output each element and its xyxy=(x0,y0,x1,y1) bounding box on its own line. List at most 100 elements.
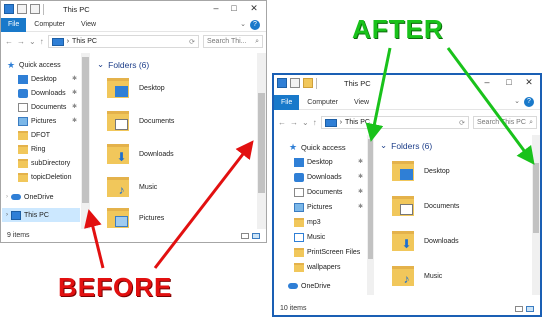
quick-access-toolbar xyxy=(4,4,44,15)
address-bar[interactable]: › This PC ⟳ xyxy=(320,116,469,129)
nav-mp3[interactable]: mp3 xyxy=(294,216,321,228)
music-folder-icon: ♪ xyxy=(392,266,414,286)
folder-item-documents[interactable]: Documents xyxy=(392,196,459,216)
nav-downloads[interactable]: Downloads xyxy=(294,171,342,183)
recent-locations-icon[interactable]: ⌄ xyxy=(302,118,309,127)
search-box[interactable]: Search This PC ⌕ xyxy=(473,116,537,129)
chevron-down-icon[interactable]: ⌄ xyxy=(514,97,520,107)
pin-icon: ✱ xyxy=(358,204,364,210)
group-header[interactable]: ⌄ Folders (6) xyxy=(380,140,432,151)
nav-subdirectory[interactable]: subDirectory xyxy=(18,157,70,169)
folder-item-music[interactable]: ♪ Music xyxy=(107,177,157,197)
nav-scrollbar[interactable] xyxy=(81,53,90,229)
nav-label: Quick access xyxy=(301,142,346,152)
maximize-icon[interactable]: □ xyxy=(227,3,241,13)
nav-label: topicDeletion xyxy=(31,173,72,181)
before-label: BEFORE xyxy=(58,272,173,302)
help-icon[interactable]: ? xyxy=(250,19,260,30)
folder-item-downloads[interactable]: ⬇ Downloads xyxy=(392,231,459,251)
nav-documents[interactable]: Documents xyxy=(294,186,342,198)
forward-icon[interactable]: → xyxy=(17,37,25,46)
tab-computer[interactable]: Computer xyxy=(299,99,346,106)
nav-label: Music xyxy=(307,233,326,241)
back-icon[interactable]: ← xyxy=(278,118,286,127)
nav-label: Ring xyxy=(31,145,46,153)
nav-printscreen-files[interactable]: PrintScreen Files xyxy=(294,246,360,258)
properties-icon[interactable] xyxy=(290,78,300,88)
nav-this-pc[interactable]: › This PC xyxy=(2,208,80,222)
nav-desktop[interactable]: Desktop xyxy=(18,73,57,85)
nav-dfot[interactable]: DFOT xyxy=(18,129,50,141)
nav-music[interactable]: Music xyxy=(294,231,325,243)
folder-item-downloads[interactable]: ⬇ Downloads xyxy=(107,144,174,164)
group-header[interactable]: ⌄ Folders (6) xyxy=(97,59,149,70)
nav-topicdeletion[interactable]: topicDeletion xyxy=(18,171,71,183)
forward-icon[interactable]: → xyxy=(290,118,298,127)
folder-item-desktop[interactable]: Desktop xyxy=(107,78,165,98)
tab-file[interactable]: File xyxy=(1,17,27,32)
refresh-icon[interactable]: ⟳ xyxy=(459,119,465,127)
scrollbar-thumb[interactable] xyxy=(258,93,265,193)
pictures-folder-icon xyxy=(107,208,129,228)
nav-pictures[interactable]: Pictures xyxy=(18,115,56,127)
scrollbar-thumb[interactable] xyxy=(368,139,373,259)
downloads-folder-icon: ⬇ xyxy=(107,144,129,164)
star-icon: ★ xyxy=(288,141,298,152)
content-scrollbar[interactable] xyxy=(532,135,540,295)
help-icon[interactable]: ? xyxy=(524,97,534,107)
folder-item-pictures[interactable]: Pictures xyxy=(107,208,164,228)
back-icon[interactable]: ← xyxy=(5,37,13,46)
minimize-icon[interactable]: – xyxy=(209,3,223,13)
new-folder-icon[interactable] xyxy=(30,4,40,14)
tab-view[interactable]: View xyxy=(346,99,377,106)
pin-icon: ✱ xyxy=(72,118,78,124)
tab-file[interactable]: File xyxy=(274,94,300,110)
minimize-icon[interactable]: – xyxy=(480,77,494,87)
nav-downloads[interactable]: Downloads xyxy=(18,87,66,99)
new-folder-icon[interactable] xyxy=(303,78,313,88)
nav-label: DFOT xyxy=(31,131,51,139)
nav-ring[interactable]: Ring xyxy=(18,143,45,155)
large-icons-view-icon[interactable] xyxy=(526,305,534,312)
folder-item-music[interactable]: ♪ Music xyxy=(392,266,442,286)
details-view-icon[interactable] xyxy=(515,305,523,312)
properties-icon[interactable] xyxy=(17,4,27,14)
folder-item-desktop[interactable]: Desktop xyxy=(392,161,450,181)
scrollbar-thumb[interactable] xyxy=(533,163,539,233)
up-icon[interactable]: ↑ xyxy=(40,37,44,46)
refresh-icon[interactable]: ⟳ xyxy=(189,38,195,46)
address-bar[interactable]: › This PC ⟳ xyxy=(47,35,199,48)
nav-onedrive[interactable]: › OneDrive xyxy=(6,191,54,203)
nav-onedrive[interactable]: OneDrive xyxy=(288,280,331,292)
search-box[interactable]: Search Thi... ⌕ xyxy=(203,35,263,48)
tab-view[interactable]: View xyxy=(73,21,104,28)
content-scrollbar[interactable] xyxy=(257,53,266,229)
nav-scrollbar[interactable] xyxy=(367,135,374,295)
pc-icon xyxy=(51,37,64,46)
nav-quick-access[interactable]: ★ Quick access xyxy=(288,141,346,153)
toolbar-divider xyxy=(316,78,317,89)
nav-desktop[interactable]: Desktop xyxy=(294,156,333,168)
maximize-icon[interactable]: □ xyxy=(502,77,516,87)
close-icon[interactable]: ✕ xyxy=(522,77,536,88)
nav-label: PrintScreen Files xyxy=(307,248,361,256)
search-placeholder: Search This PC xyxy=(477,119,526,126)
scrollbar-thumb[interactable] xyxy=(82,57,89,203)
folder-icon xyxy=(18,158,28,168)
tab-computer[interactable]: Computer xyxy=(26,21,73,28)
nav-quick-access[interactable]: ★ Quick access xyxy=(6,59,61,71)
breadcrumb-this-pc[interactable]: This PC xyxy=(72,38,97,45)
up-icon[interactable]: ↑ xyxy=(313,118,317,127)
recent-locations-icon[interactable]: ⌄ xyxy=(29,37,36,46)
nav-label: Desktop xyxy=(307,158,333,166)
close-icon[interactable]: ✕ xyxy=(247,3,261,14)
folder-item-documents[interactable]: Documents xyxy=(107,111,174,131)
breadcrumb-this-pc[interactable]: This PC xyxy=(345,119,370,126)
details-view-icon[interactable] xyxy=(241,232,249,239)
chevron-down-icon[interactable]: ⌄ xyxy=(240,20,246,30)
nav-wallpapers[interactable]: wallpapers xyxy=(294,261,340,273)
nav-label: OneDrive xyxy=(24,193,54,201)
nav-pictures[interactable]: Pictures xyxy=(294,201,332,213)
nav-documents[interactable]: Documents xyxy=(18,101,66,113)
large-icons-view-icon[interactable] xyxy=(252,232,260,239)
